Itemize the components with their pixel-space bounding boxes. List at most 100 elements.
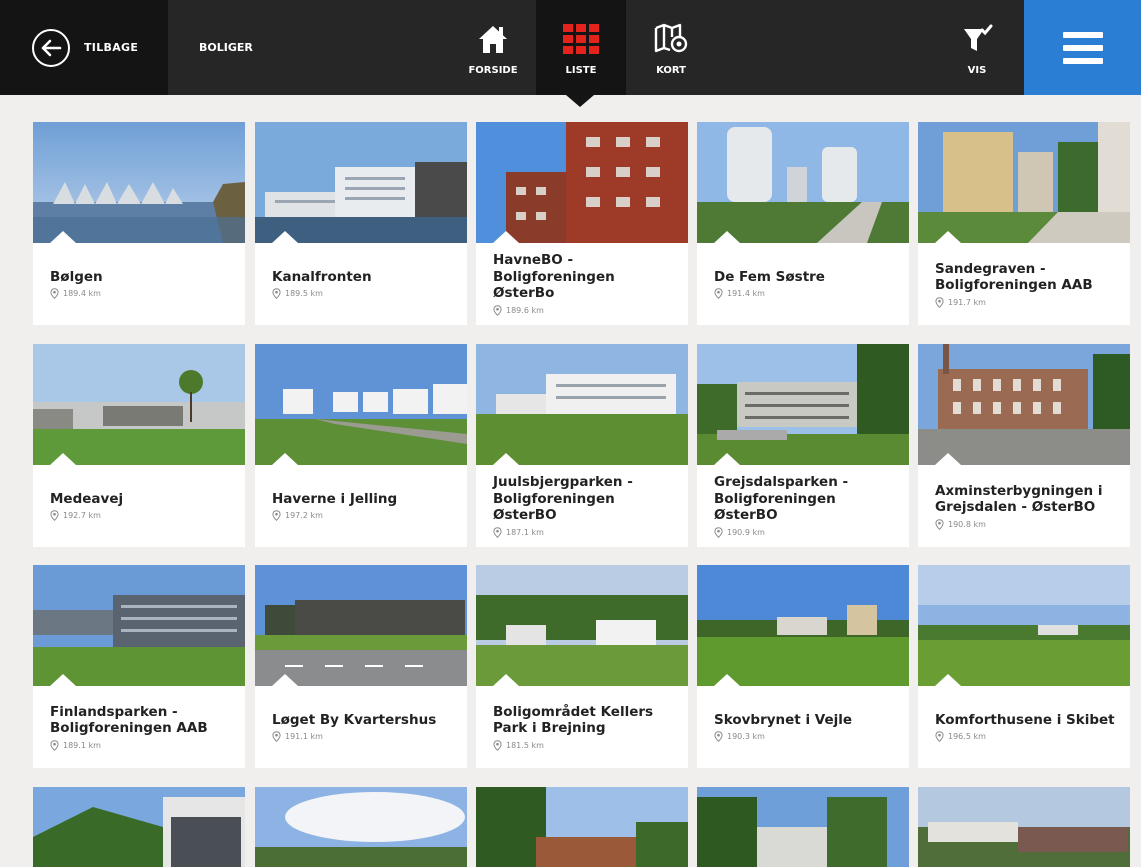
listing-name: HavneBO - Boligforeningen ØsterBo — [493, 252, 615, 302]
distance-value: 191.4 km — [727, 289, 765, 299]
nav-tab-label: VIS — [967, 65, 987, 76]
listing-card[interactable]: Sandegraven - Boligforeningen AAB 191.7 … — [918, 122, 1130, 325]
listing-distance: 190.9 km — [714, 526, 899, 538]
back-arrow-icon — [32, 28, 70, 67]
listing-card[interactable] — [33, 787, 245, 867]
nav-tab-label: KORT — [656, 65, 686, 76]
nav-tab-vis[interactable]: VIS — [932, 0, 1022, 95]
listing-distance: 191.4 km — [714, 288, 899, 300]
listing-name: Juulsbjergparken - Boligforeningen Øster… — [493, 474, 633, 524]
listing-card[interactable]: Bølgen 189.4 km — [33, 122, 245, 325]
listing-card[interactable] — [918, 787, 1130, 867]
location-pin-icon — [272, 288, 281, 300]
distance-value: 181.5 km — [506, 740, 544, 750]
listing-name: Komforthusene i Skibet — [935, 711, 1115, 728]
card-notch — [493, 453, 519, 465]
distance-value: 196.5 km — [948, 732, 986, 742]
location-pin-icon — [935, 296, 944, 308]
location-pin-icon — [50, 739, 59, 751]
location-pin-icon — [272, 510, 281, 522]
listing-distance: 189.6 km — [493, 304, 678, 316]
listing-card[interactable]: HavneBO - Boligforeningen ØsterBo 189.6 … — [476, 122, 688, 325]
listing-photo — [918, 565, 1130, 686]
home-icon — [476, 22, 510, 56]
listing-photo — [33, 787, 245, 867]
breadcrumb[interactable]: BOLIGER — [199, 41, 253, 54]
listing-distance: 196.5 km — [935, 731, 1120, 743]
card-notch — [50, 674, 76, 686]
listing-name: Boligområdet Kellers Park i Brejning — [493, 703, 654, 737]
card-notch — [714, 231, 740, 243]
listing-card[interactable]: Medeavej 192.7 km — [33, 344, 245, 547]
active-tab-indicator — [566, 95, 594, 107]
nav-tab-forside[interactable]: FORSIDE — [448, 0, 538, 95]
listing-card[interactable] — [255, 787, 467, 867]
listing-card[interactable]: Boligområdet Kellers Park i Brejning 181… — [476, 565, 688, 768]
listing-card[interactable]: Komforthusene i Skibet 196.5 km — [918, 565, 1130, 768]
listing-card[interactable]: Løget By Kvartershus 191.1 km — [255, 565, 467, 768]
location-pin-icon — [493, 526, 502, 538]
listing-name: Haverne i Jelling — [272, 490, 398, 507]
listing-photo — [255, 344, 467, 465]
distance-value: 190.3 km — [727, 732, 765, 742]
listing-photo — [33, 565, 245, 686]
listing-card[interactable]: Skovbrynet i Vejle 190.3 km — [697, 565, 909, 768]
nav-tab-label: LISTE — [565, 65, 597, 76]
listing-name: Bølgen — [50, 268, 103, 285]
listing-name: Skovbrynet i Vejle — [714, 711, 853, 728]
listing-distance: 190.3 km — [714, 731, 899, 743]
distance-value: 191.1 km — [285, 732, 323, 742]
listing-name: De Fem Søstre — [714, 268, 825, 285]
listing-photo — [697, 344, 909, 465]
listing-name: Sandegraven - Boligforeningen AAB — [935, 260, 1093, 294]
card-notch — [493, 674, 519, 686]
listing-card[interactable]: Axminsterbygningen i Grejsdalen - ØsterB… — [918, 344, 1130, 547]
listing-card[interactable]: Grejsdalsparken - Boligforeningen ØsterB… — [697, 344, 909, 547]
location-pin-icon — [493, 304, 502, 316]
location-pin-icon — [935, 518, 944, 530]
card-notch — [935, 674, 961, 686]
nav-tab-liste[interactable]: LISTE — [536, 0, 626, 95]
nav-tab-kort[interactable]: KORT — [626, 0, 716, 95]
card-notch — [272, 231, 298, 243]
listing-distance: 187.1 km — [493, 526, 678, 538]
distance-value: 189.6 km — [506, 305, 544, 315]
hamburger-menu-icon — [1062, 31, 1103, 64]
listing-photo — [476, 565, 688, 686]
top-navigation-bar: TILBAGE BOLIGER FORSIDE LISTE KORT VIS — [0, 0, 1141, 95]
listing-name: Grejsdalsparken - Boligforeningen ØsterB… — [714, 474, 849, 524]
listing-distance: 191.7 km — [935, 296, 1120, 308]
listing-photo — [255, 122, 467, 243]
distance-value: 189.4 km — [63, 289, 101, 299]
listing-card[interactable]: Juulsbjergparken - Boligforeningen Øster… — [476, 344, 688, 547]
distance-value: 187.1 km — [506, 527, 544, 537]
listing-photo — [476, 787, 688, 867]
card-notch — [50, 453, 76, 465]
location-pin-icon — [714, 288, 723, 300]
card-notch — [935, 231, 961, 243]
distance-value: 190.8 km — [948, 519, 986, 529]
distance-value: 190.9 km — [727, 527, 765, 537]
card-notch — [714, 453, 740, 465]
listing-distance: 189.4 km — [50, 288, 235, 300]
listing-distance: 189.1 km — [50, 739, 235, 751]
location-pin-icon — [714, 526, 723, 538]
listing-photo — [697, 565, 909, 686]
map-icon — [653, 22, 689, 56]
listing-card[interactable]: Kanalfronten 189.5 km — [255, 122, 467, 325]
location-pin-icon — [935, 731, 944, 743]
listing-card[interactable]: De Fem Søstre 191.4 km — [697, 122, 909, 325]
listing-card[interactable]: Haverne i Jelling 197.2 km — [255, 344, 467, 547]
listing-card[interactable] — [476, 787, 688, 867]
location-pin-icon — [714, 731, 723, 743]
listing-photo — [918, 787, 1130, 867]
distance-value: 189.5 km — [285, 289, 323, 299]
menu-button[interactable] — [1024, 0, 1141, 95]
card-notch — [272, 453, 298, 465]
listing-card[interactable]: Finlandsparken - Boligforeningen AAB 189… — [33, 565, 245, 768]
distance-value: 189.1 km — [63, 740, 101, 750]
listing-photo — [476, 122, 688, 243]
back-button[interactable]: TILBAGE — [0, 0, 168, 95]
card-notch — [493, 231, 519, 243]
listing-card[interactable] — [697, 787, 909, 867]
